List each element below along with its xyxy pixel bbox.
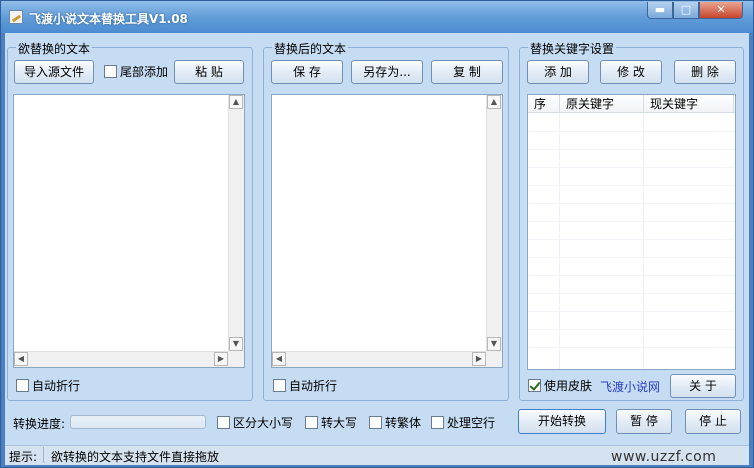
to-traditional-checkbox[interactable]: 转繁体 (369, 415, 421, 431)
scroll-down-icon[interactable]: ▼ (487, 337, 501, 351)
app-pen-icon (9, 10, 23, 24)
to-upper-check-box[interactable] (305, 416, 318, 429)
grid-line (559, 113, 560, 369)
column-original-keyword[interactable]: 原关键字 (560, 95, 644, 113)
keyword-list-header: 序 原关键字 现关键字 (528, 95, 735, 113)
result-wrap-label: 自动折行 (289, 379, 338, 393)
source-text-area[interactable]: ▲ ▼ ◀ ▶ (13, 94, 245, 368)
scroll-corner (486, 351, 502, 367)
scroll-left-icon[interactable]: ◀ (14, 352, 28, 366)
scroll-left-icon[interactable]: ◀ (272, 352, 286, 366)
result-text-group: 替换后的文本 保 存 另存为... 复 制 ▲ ▼ ◀ ▶ 自动折行 (263, 40, 509, 401)
close-button[interactable]: ✕ (699, 2, 743, 19)
use-skin-check-box[interactable] (528, 379, 541, 392)
grid-row-line (528, 311, 735, 312)
result-horizontal-scrollbar[interactable]: ◀ ▶ (272, 351, 486, 367)
grid-row-line (528, 221, 735, 222)
window-title: 飞渡小说文本替换工具V1.08 (29, 12, 188, 26)
save-button[interactable]: 保 存 (271, 60, 343, 84)
status-message: 欲转换的文本支持文件直接拖放 (51, 450, 220, 464)
grid-row-line (528, 167, 735, 168)
source-horizontal-scrollbar[interactable]: ◀ ▶ (14, 351, 228, 367)
start-conversion-button[interactable]: 开始转换 (518, 409, 606, 434)
scroll-right-icon[interactable]: ▶ (472, 352, 486, 366)
grid-row-line (528, 185, 735, 186)
grid-row-line (528, 293, 735, 294)
grid-row-line (528, 257, 735, 258)
result-text-area[interactable]: ▲ ▼ ◀ ▶ (271, 94, 503, 368)
column-index[interactable]: 序 (528, 95, 560, 113)
grid-row-line (528, 329, 735, 330)
source-wrap-checkbox[interactable]: 自动折行 (16, 378, 80, 394)
app-window: 飞渡小说文本替换工具V1.08 ▬ □ ✕ 欲替换的文本 导入源文件 尾部添加 … (0, 0, 754, 468)
edit-keyword-button[interactable]: 修 改 (600, 60, 662, 84)
case-sensitive-label: 区分大小写 (233, 416, 294, 430)
scroll-down-icon[interactable]: ▼ (229, 337, 243, 351)
handle-blank-lines-check-box[interactable] (431, 416, 444, 429)
minimize-button[interactable]: ▬ (647, 2, 673, 19)
status-prefix: 提示: (9, 450, 38, 464)
source-wrap-label: 自动折行 (32, 379, 81, 393)
tail-add-check-box[interactable] (104, 65, 117, 78)
source-text-group: 欲替换的文本 导入源文件 尾部添加 粘 贴 ▲ ▼ ◀ ▶ 自动折行 (7, 40, 253, 401)
keyword-settings-legend: 替换关键字设置 (528, 40, 617, 57)
to-traditional-check-box[interactable] (369, 416, 382, 429)
grid-line (643, 113, 644, 369)
save-as-button[interactable]: 另存为... (351, 60, 423, 84)
copy-button[interactable]: 复 制 (431, 60, 503, 84)
result-wrap-checkbox[interactable]: 自动折行 (273, 378, 337, 394)
delete-keyword-button[interactable]: 删 除 (674, 60, 736, 84)
case-sensitive-checkbox[interactable]: 区分大小写 (217, 415, 293, 431)
result-text-legend: 替换后的文本 (272, 40, 349, 57)
case-sensitive-check-box[interactable] (217, 416, 230, 429)
handle-blank-lines-checkbox[interactable]: 处理空行 (431, 415, 495, 431)
grid-row-line (528, 239, 735, 240)
paste-button[interactable]: 粘 贴 (174, 60, 244, 84)
import-source-button[interactable]: 导入源文件 (14, 60, 94, 84)
grid-row-line (528, 203, 735, 204)
result-vertical-scrollbar[interactable]: ▲ ▼ (486, 95, 502, 351)
stop-button[interactable]: 停 止 (685, 409, 741, 434)
source-vertical-scrollbar[interactable]: ▲ ▼ (228, 95, 244, 351)
scroll-up-icon[interactable]: ▲ (229, 95, 243, 109)
scroll-corner (228, 351, 244, 367)
tail-add-checkbox[interactable]: 尾部添加 (104, 64, 168, 80)
handle-blank-lines-label: 处理空行 (447, 416, 496, 430)
title-bar[interactable]: 飞渡小说文本替换工具V1.08 ▬ □ ✕ (1, 1, 753, 33)
pause-button[interactable]: 暂 停 (616, 409, 672, 434)
to-traditional-label: 转繁体 (385, 416, 422, 430)
grid-row-line (528, 149, 735, 150)
about-button[interactable]: 关 于 (670, 374, 736, 398)
scroll-right-icon[interactable]: ▶ (214, 352, 228, 366)
column-new-keyword[interactable]: 现关键字 (644, 95, 734, 113)
to-upper-label: 转大写 (321, 416, 358, 430)
status-divider (43, 447, 44, 463)
grid-row-line (528, 347, 735, 348)
site-watermark: www.uzzf.com (611, 449, 717, 465)
grid-row-line (528, 275, 735, 276)
use-skin-checkbox[interactable]: 使用皮肤 (528, 378, 592, 394)
add-keyword-button[interactable]: 添 加 (527, 60, 589, 84)
source-wrap-check-box[interactable] (16, 379, 29, 392)
conversion-progress-bar (70, 415, 206, 429)
site-link[interactable]: 飞渡小说网 (600, 378, 660, 395)
maximize-button[interactable]: □ (673, 2, 699, 19)
use-skin-label: 使用皮肤 (544, 379, 593, 393)
keyword-settings-group: 替换关键字设置 添 加 修 改 删 除 序 原关键字 现关键字 使用皮肤 飞渡小… (519, 40, 744, 401)
tail-add-label: 尾部添加 (120, 65, 169, 79)
to-upper-checkbox[interactable]: 转大写 (305, 415, 357, 431)
keyword-list[interactable]: 序 原关键字 现关键字 (527, 94, 736, 370)
client-area: 欲替换的文本 导入源文件 尾部添加 粘 贴 ▲ ▼ ◀ ▶ 自动折行 替换后的文… (5, 33, 749, 465)
grid-row-line (528, 131, 735, 132)
progress-label: 转换进度: (13, 417, 66, 431)
scroll-up-icon[interactable]: ▲ (487, 95, 501, 109)
source-text-legend: 欲替换的文本 (16, 40, 93, 57)
result-wrap-check-box[interactable] (273, 379, 286, 392)
